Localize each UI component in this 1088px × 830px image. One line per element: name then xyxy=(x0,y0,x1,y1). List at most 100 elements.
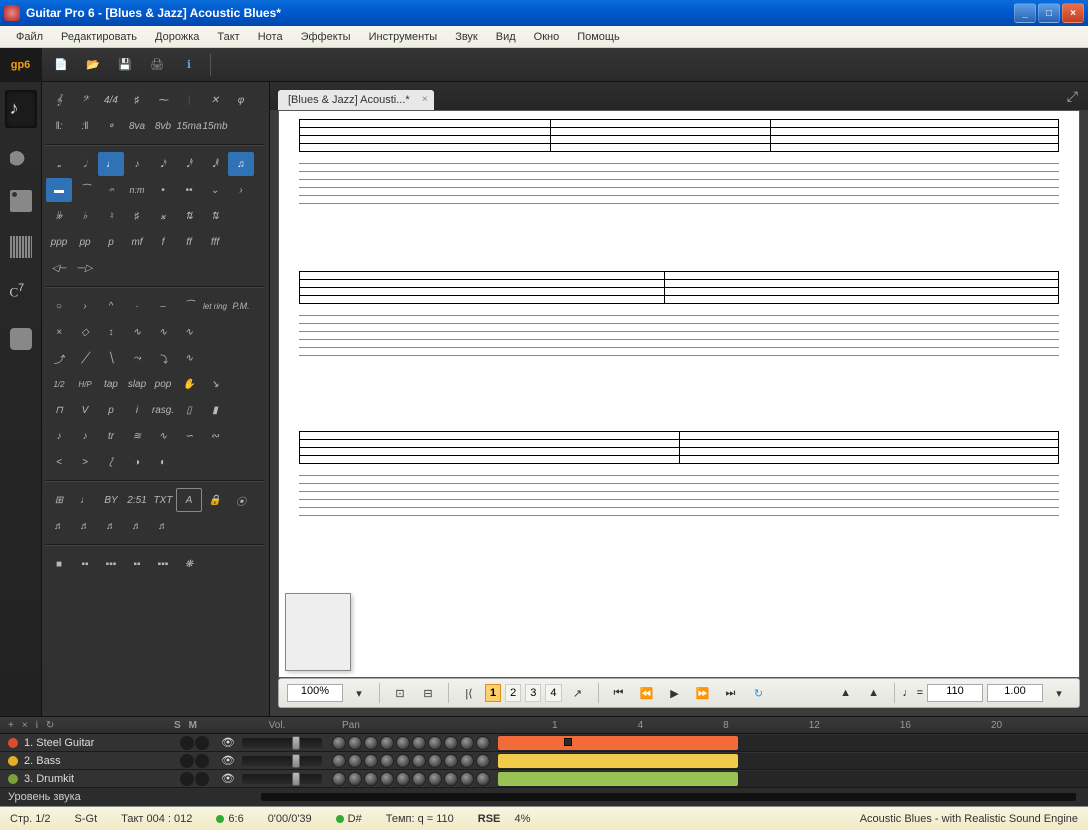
pal-grace[interactable]: ♪ xyxy=(46,424,72,448)
pal-rasg[interactable]: rasg. xyxy=(150,398,176,422)
pal-whole-note[interactable]: 𝅝 xyxy=(46,152,72,176)
pal-15mb[interactable]: 15mb xyxy=(202,114,228,138)
eq-knob-1[interactable] xyxy=(348,772,362,786)
eq-knob-5[interactable] xyxy=(412,754,426,768)
pal-fadein[interactable]: < xyxy=(46,450,72,474)
maximize-button[interactable]: □ xyxy=(1038,3,1060,23)
volume-fader[interactable] xyxy=(242,774,322,784)
track-clip-area[interactable] xyxy=(498,735,1088,751)
new-file-button[interactable]: 📄 xyxy=(50,54,72,76)
pal-slide1[interactable]: ╱ xyxy=(72,346,98,370)
pal-harmonic[interactable]: ◇ xyxy=(72,320,98,344)
pal-keysig[interactable]: ♯ xyxy=(124,88,150,112)
menu-window[interactable]: Окно xyxy=(526,28,568,46)
bar-4[interactable]: 4 xyxy=(545,684,561,702)
track-row-1[interactable]: 1. Steel Guitar👁 xyxy=(0,734,1088,752)
track-clip[interactable] xyxy=(498,736,738,750)
pal-text[interactable]: TXT xyxy=(150,488,176,512)
eq-knob-1[interactable] xyxy=(348,736,362,750)
pal-chord[interactable]: ⊞ xyxy=(46,488,72,512)
pal-hand[interactable]: ✋ xyxy=(176,372,202,396)
pal-staccato[interactable]: ⌄ xyxy=(202,178,228,202)
track-clip[interactable] xyxy=(498,772,738,786)
track-row-3[interactable]: 3. Drumkit👁 xyxy=(0,770,1088,788)
eq-knob-9[interactable] xyxy=(476,772,490,786)
pal-pick-down[interactable]: ⊓ xyxy=(46,398,72,422)
eq-knob-4[interactable] xyxy=(396,772,410,786)
pal-half-note[interactable]: 𝅗𝅥 xyxy=(72,152,98,176)
pal-mf[interactable]: mf xyxy=(124,230,150,254)
menu-sound[interactable]: Звук xyxy=(447,28,486,46)
eq-knob-8[interactable] xyxy=(460,772,474,786)
pal-slap[interactable]: slap xyxy=(124,372,150,396)
eq-knob-9[interactable] xyxy=(476,754,490,768)
pal-eighth-note[interactable]: ♪ xyxy=(124,152,150,176)
pal-shift-octave[interactable]: ⇅ xyxy=(202,204,228,228)
pal-tremolo[interactable]: ≋ xyxy=(124,424,150,448)
pal-wah-close[interactable]: ◐ xyxy=(150,450,176,474)
pal-ntuplet[interactable]: n:m xyxy=(124,178,150,202)
menu-track[interactable]: Дорожка xyxy=(147,28,207,46)
pal-cut[interactable]: φ xyxy=(228,88,254,112)
pal-decresc[interactable]: ─▷ xyxy=(72,256,98,280)
zoom-input[interactable]: 100% xyxy=(287,684,343,702)
pal-wide-vib[interactable]: ∿ xyxy=(176,320,202,344)
open-file-button[interactable]: 📂 xyxy=(82,54,104,76)
mute-button[interactable] xyxy=(195,736,209,750)
pal-golpe[interactable]: ▮ xyxy=(202,398,228,422)
pal-turn[interactable]: ∽ xyxy=(176,424,202,448)
eq-knob-7[interactable] xyxy=(444,754,458,768)
eq-knob-1[interactable] xyxy=(348,754,362,768)
solo-button[interactable] xyxy=(180,736,194,750)
pal-beam[interactable]: ♫ xyxy=(228,152,254,176)
track-row-2[interactable]: 2. Bass👁 xyxy=(0,752,1088,770)
eq-knob-4[interactable] xyxy=(396,754,410,768)
menu-help[interactable]: Помощь xyxy=(569,28,628,46)
eq-knob-4[interactable] xyxy=(396,736,410,750)
pal-32nd-note[interactable]: 𝅘𝅥𝅰 xyxy=(176,152,202,176)
bar-2[interactable]: 2 xyxy=(505,684,521,702)
visibility-toggle[interactable]: 👁 xyxy=(218,736,238,749)
bar-1[interactable]: 1 xyxy=(485,684,501,702)
visibility-toggle[interactable]: 👁 xyxy=(218,754,238,767)
pal-cresc[interactable]: ◁─ xyxy=(46,256,72,280)
bar-scroll[interactable]: ↗ xyxy=(566,683,590,703)
speed-dropdown[interactable]: ▾ xyxy=(1047,683,1071,703)
pal-po[interactable]: H/P xyxy=(72,372,98,396)
eq-knob-2[interactable] xyxy=(364,736,378,750)
eq-knob-5[interactable] xyxy=(412,772,426,786)
menu-effects[interactable]: Эффекты xyxy=(293,28,359,46)
skip-start-button[interactable]: ⏮ xyxy=(607,683,631,703)
pal-auto-pan[interactable]: ▪▪ xyxy=(72,552,98,576)
pal-finger-i[interactable]: i xyxy=(124,398,150,422)
pal-15ma[interactable]: 15ma xyxy=(176,114,202,138)
pal-bb[interactable]: 𝄫 xyxy=(46,204,72,228)
pal-bend[interactable]: ⤴ xyxy=(46,346,72,370)
rail-chords[interactable]: C7 xyxy=(5,274,37,312)
pal-auto2[interactable]: ♬ xyxy=(72,514,98,538)
pal-p[interactable]: p xyxy=(98,230,124,254)
pal-pop[interactable]: pop xyxy=(150,372,176,396)
track-clip[interactable] xyxy=(498,754,738,768)
rail-mastering[interactable] xyxy=(5,228,37,266)
pal-fermata[interactable]: 𝄐 xyxy=(98,178,124,202)
pal-fff[interactable]: fff xyxy=(202,230,228,254)
pal-timesig[interactable]: 4/4 xyxy=(98,88,124,112)
fullscreen-icon[interactable]: ⤢ xyxy=(1067,88,1078,105)
pal-ghost[interactable]: ○ xyxy=(46,294,72,318)
pal-auto-eq[interactable]: ▪▪▪ xyxy=(150,552,176,576)
pal-staccato2[interactable]: · xyxy=(124,294,150,318)
countdown-icon[interactable]: ▲ xyxy=(862,683,886,703)
eq-knob-5[interactable] xyxy=(412,736,426,750)
solo-button[interactable] xyxy=(180,754,194,768)
pal-heavy-accent[interactable]: ^ xyxy=(98,294,124,318)
pal-vibrato[interactable]: ∿ xyxy=(150,320,176,344)
pal-direction[interactable]: ⚬ xyxy=(98,114,124,138)
menu-edit[interactable]: Редактировать xyxy=(53,28,145,46)
pal-fadeout[interactable]: > xyxy=(72,450,98,474)
tempo-input[interactable]: 110 xyxy=(927,684,983,702)
eq-knob-3[interactable] xyxy=(380,736,394,750)
volume-fader[interactable] xyxy=(242,756,322,766)
tab-close-icon[interactable]: × xyxy=(422,94,428,105)
menu-file[interactable]: Файл xyxy=(8,28,51,46)
